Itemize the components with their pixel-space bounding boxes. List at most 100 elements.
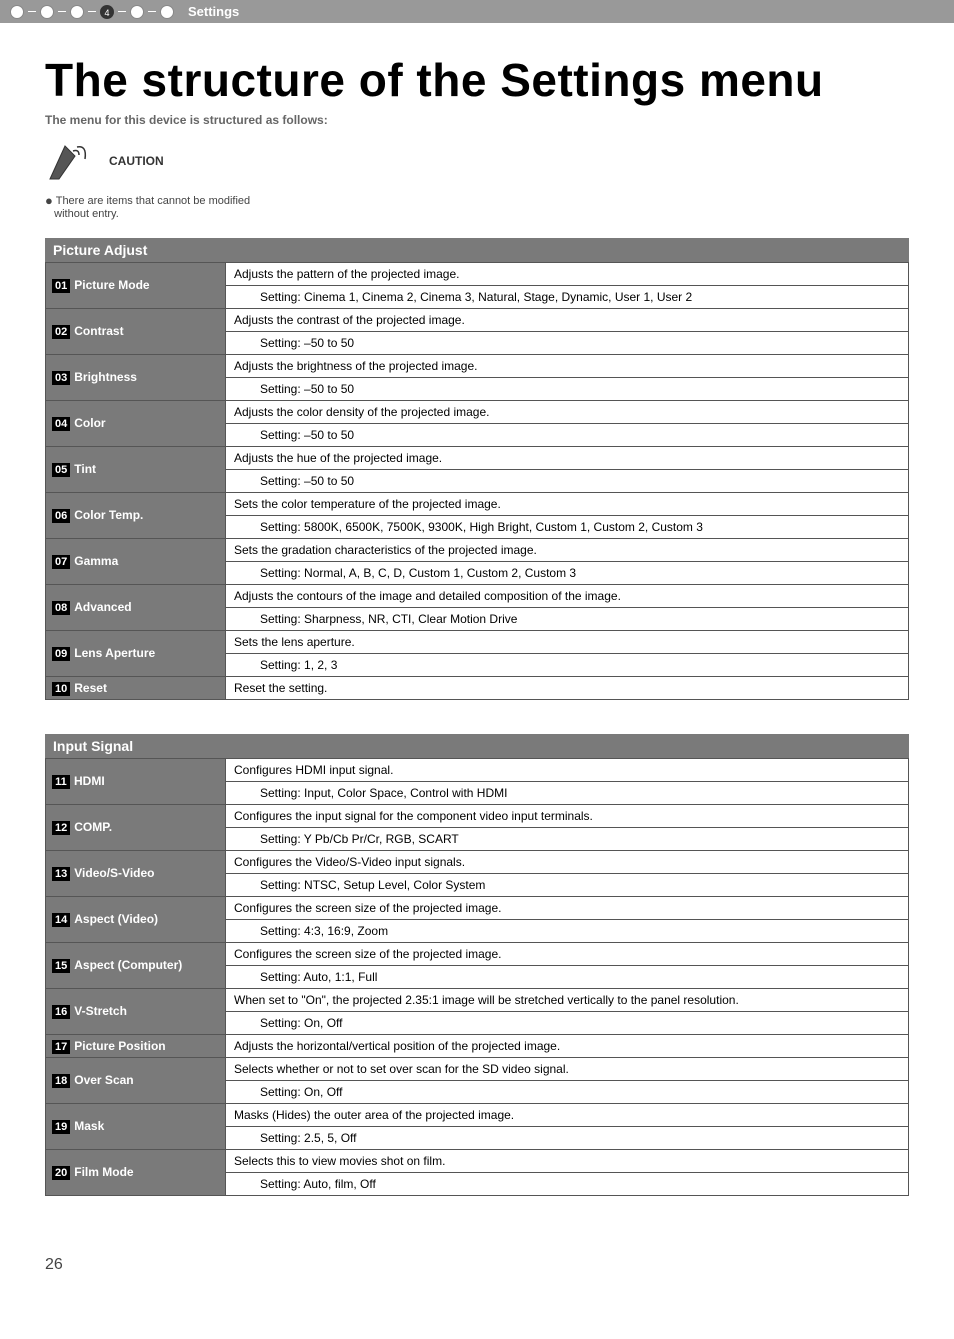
row-desc: Configures HDMI input signal. <box>226 759 909 782</box>
row-setting: Setting: Sharpness, NR, CTI, Clear Motio… <box>226 608 909 631</box>
section-header-picture-adjust: Picture Adjust <box>45 238 909 262</box>
row-setting: Setting: Cinema 1, Cinema 2, Cinema 3, N… <box>226 286 909 309</box>
num-badge: 18 <box>52 1074 70 1088</box>
row-desc: Masks (Hides) the outer area of the proj… <box>226 1104 909 1127</box>
row-setting: Setting: On, Off <box>226 1012 909 1035</box>
breadcrumb-step-3 <box>70 5 84 19</box>
breadcrumb-label: Settings <box>188 4 239 19</box>
row-setting: Setting: –50 to 50 <box>226 332 909 355</box>
row-desc: Adjusts the horizontal/vertical position… <box>226 1035 909 1058</box>
row-label-text: Mask <box>74 1119 104 1133</box>
row-label: 02Contrast <box>46 309 226 355</box>
row-label: 16 V-Stretch <box>46 989 226 1035</box>
num-badge: 19 <box>52 1120 70 1134</box>
row-label: 14Aspect (Video) <box>46 897 226 943</box>
breadcrumb-bar: 4 Settings <box>0 0 954 23</box>
row-desc: Reset the setting. <box>226 677 909 700</box>
num-badge: 05 <box>52 463 70 477</box>
row-label-text: Over Scan <box>74 1073 133 1087</box>
row-setting: Setting: 5800K, 6500K, 7500K, 9300K, Hig… <box>226 516 909 539</box>
row-label: 19 Mask <box>46 1104 226 1150</box>
breadcrumb-step-2 <box>40 5 54 19</box>
caution-label: CAUTION <box>109 154 164 168</box>
row-desc: Adjusts the hue of the projected image. <box>226 447 909 470</box>
row-setting: Setting: NTSC, Setup Level, Color System <box>226 874 909 897</box>
num-badge: 17 <box>52 1040 70 1054</box>
num-badge: 06 <box>52 509 70 523</box>
row-setting: Setting: –50 to 50 <box>226 424 909 447</box>
breadcrumb-step-4-active: 4 <box>100 5 114 19</box>
row-label-text: Tint <box>74 462 96 476</box>
num-badge: 20 <box>52 1166 70 1180</box>
page-subtitle: The menu for this device is structured a… <box>45 113 909 127</box>
num-badge: 01 <box>52 279 70 293</box>
row-label-text: Reset <box>74 681 107 695</box>
num-badge: 11 <box>52 775 70 789</box>
row-label: 09Lens Aperture <box>46 631 226 677</box>
row-desc: Adjusts the contours of the image and de… <box>226 585 909 608</box>
megaphone-icon <box>45 141 95 181</box>
row-label: 11 HDMI <box>46 759 226 805</box>
row-label-text: Film Mode <box>74 1165 133 1179</box>
row-label: 20 Film Mode <box>46 1150 226 1196</box>
row-desc: Selects this to view movies shot on film… <box>226 1150 909 1173</box>
row-label-text: Contrast <box>74 324 123 338</box>
note-text: ● There are items that cannot be modifie… <box>45 193 909 220</box>
num-badge: 15 <box>52 959 70 973</box>
row-label: 04 Color <box>46 401 226 447</box>
row-label-text: HDMI <box>74 774 105 788</box>
caution-block: CAUTION <box>45 141 909 181</box>
num-badge: 12 <box>52 821 70 835</box>
num-badge: 16 <box>52 1005 70 1019</box>
row-desc: Adjusts the pattern of the projected ima… <box>226 263 909 286</box>
row-setting: Setting: –50 to 50 <box>226 378 909 401</box>
row-label-text: Video/S-Video <box>74 866 154 880</box>
row-setting: Setting: Y Pb/Cb Pr/Cr, RGB, SCART <box>226 828 909 851</box>
section-header-input-signal: Input Signal <box>45 734 909 758</box>
row-label: 06 Color Temp. <box>46 493 226 539</box>
num-badge: 07 <box>52 555 70 569</box>
row-desc: Adjusts the contrast of the projected im… <box>226 309 909 332</box>
row-label: 10 Reset <box>46 677 226 700</box>
row-desc: Adjusts the color density of the project… <box>226 401 909 424</box>
row-label-text: V-Stretch <box>74 1004 127 1018</box>
num-badge: 03 <box>52 371 70 385</box>
row-desc: Configures the screen size of the projec… <box>226 897 909 920</box>
breadcrumb-dash <box>58 11 66 12</box>
row-label: 13Video/S-Video <box>46 851 226 897</box>
row-label-text: COMP. <box>74 820 112 834</box>
note-line-2: without entry. <box>54 208 119 220</box>
row-setting: Setting: On, Off <box>226 1081 909 1104</box>
row-setting: Setting: 1, 2, 3 <box>226 654 909 677</box>
breadcrumb-dash <box>148 11 156 12</box>
breadcrumb-step-6 <box>160 5 174 19</box>
row-label-text: Picture Position <box>74 1039 165 1053</box>
row-desc: Configures the Video/S-Video input signa… <box>226 851 909 874</box>
row-label-text: Advanced <box>74 600 131 614</box>
row-label: 18 Over Scan <box>46 1058 226 1104</box>
row-setting: Setting: Auto, film, Off <box>226 1173 909 1196</box>
num-badge: 04 <box>52 417 70 431</box>
row-label-text: Gamma <box>74 554 118 568</box>
row-label-text: Lens Aperture <box>74 646 155 660</box>
num-badge: 10 <box>52 682 70 696</box>
row-label: 15Aspect (Computer) <box>46 943 226 989</box>
row-label-text: Aspect (Video) <box>74 912 158 926</box>
breadcrumb-step-1 <box>10 5 24 19</box>
breadcrumb-dash <box>88 11 96 12</box>
row-setting: Setting: Normal, A, B, C, D, Custom 1, C… <box>226 562 909 585</box>
row-desc: Sets the lens aperture. <box>226 631 909 654</box>
num-badge: 08 <box>52 601 70 615</box>
row-desc: Adjusts the brightness of the projected … <box>226 355 909 378</box>
breadcrumb-step-5 <box>130 5 144 19</box>
table-input-signal: 11 HDMI Configures HDMI input signal. Set… <box>45 758 909 1196</box>
note-line-1: There are items that cannot be modified <box>56 195 250 207</box>
breadcrumb-dash <box>28 11 36 12</box>
row-label: 01Picture Mode <box>46 263 226 309</box>
row-label: 05 Tint <box>46 447 226 493</box>
row-label-text: Color <box>74 416 105 430</box>
page-number: 26 <box>0 1236 954 1284</box>
row-label-text: Color Temp. <box>74 508 143 522</box>
row-label: 17 Picture Position <box>46 1035 226 1058</box>
row-desc: When set to "On", the projected 2.35:1 i… <box>226 989 909 1012</box>
